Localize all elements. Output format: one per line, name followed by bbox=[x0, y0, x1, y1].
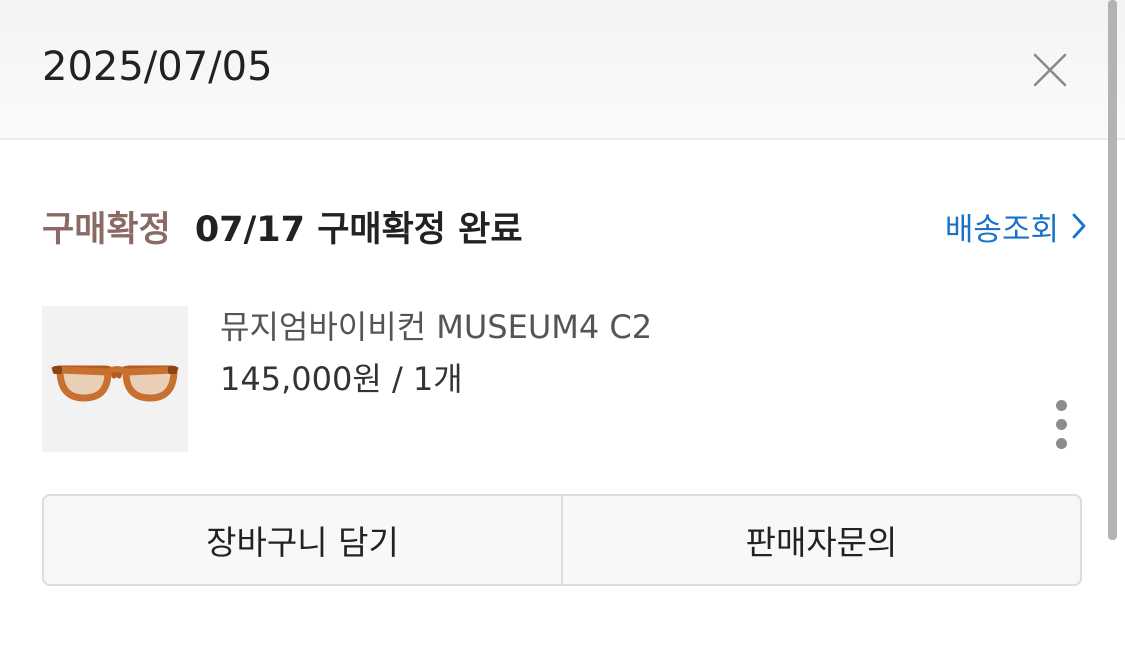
more-vertical-icon bbox=[1056, 400, 1067, 411]
seller-inquiry-button[interactable]: 판매자문의 bbox=[561, 496, 1080, 584]
glasses-icon bbox=[51, 365, 179, 402]
product-name[interactable]: 뮤지엄바이비컨 MUSEUM4 C2 bbox=[220, 306, 652, 348]
order-status-row: 구매확정 07/17 구매확정 완료 bbox=[42, 200, 523, 252]
product-image[interactable] bbox=[42, 306, 188, 452]
status-detail: 07/17 구매확정 완료 bbox=[194, 209, 523, 250]
action-buttons: 장바구니 담기 판매자문의 bbox=[42, 494, 1082, 586]
chevron-right-icon bbox=[1072, 213, 1086, 239]
scrollbar[interactable] bbox=[1108, 0, 1117, 540]
close-button[interactable] bbox=[1026, 46, 1074, 94]
dialog-header: 2025/07/05 bbox=[0, 0, 1125, 140]
status-label: 구매확정 bbox=[42, 209, 171, 250]
product-price-quantity: 145,000원 / 1개 bbox=[220, 360, 463, 398]
add-to-cart-button[interactable]: 장바구니 담기 bbox=[44, 496, 561, 584]
more-options-button[interactable] bbox=[1046, 396, 1078, 452]
track-delivery-label: 배송조회 bbox=[944, 211, 1059, 248]
close-icon bbox=[1033, 53, 1067, 87]
order-date: 2025/07/05 bbox=[42, 44, 273, 90]
track-delivery-link[interactable]: 배송조회 bbox=[945, 200, 1087, 252]
